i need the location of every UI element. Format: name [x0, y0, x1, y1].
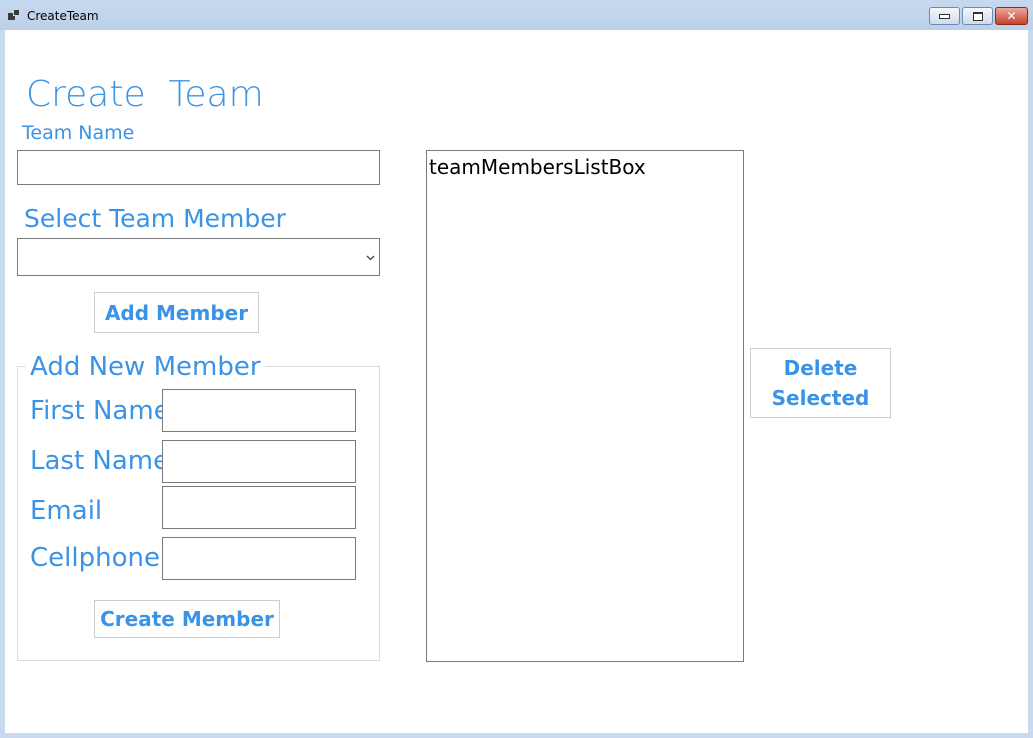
- add-new-member-group-title: Add New Member: [26, 352, 265, 382]
- cellphone-label: Cellphone: [30, 543, 160, 573]
- app-icon[interactable]: [8, 9, 20, 21]
- close-button[interactable]: ✕: [995, 7, 1028, 25]
- close-icon: ✕: [1006, 9, 1017, 23]
- chevron-down-icon[interactable]: [366, 255, 375, 261]
- team-members-list-box[interactable]: teamMembersListBox: [426, 150, 744, 662]
- cellphone-input[interactable]: [162, 537, 356, 580]
- maximize-button[interactable]: [962, 7, 993, 25]
- minimize-button[interactable]: [929, 7, 960, 25]
- page-title: Create Team: [26, 74, 264, 115]
- first-name-label: First Name: [30, 396, 170, 426]
- email-label: Email: [30, 496, 103, 526]
- minimize-icon: [939, 13, 950, 19]
- team-name-input[interactable]: [17, 150, 380, 185]
- app-window: CreateTeam ✕ Create Team Team Name Selec…: [0, 0, 1033, 738]
- create-member-button[interactable]: Create Member: [94, 600, 280, 638]
- delete-selected-label-line2: Selected: [771, 386, 870, 410]
- last-name-label: Last Name: [30, 446, 170, 476]
- maximize-icon: [972, 11, 983, 21]
- select-team-member-label: Select Team Member: [24, 204, 286, 233]
- delete-selected-button[interactable]: Delete Selected: [750, 348, 891, 418]
- last-name-input[interactable]: [162, 440, 356, 483]
- title-bar[interactable]: CreateTeam ✕: [0, 0, 1033, 30]
- delete-selected-label-line1: Delete: [783, 356, 858, 380]
- form-client-area: Create Team Team Name Select Team Member…: [5, 30, 1028, 733]
- add-member-button[interactable]: Add Member: [94, 292, 259, 333]
- window-title: CreateTeam: [27, 9, 99, 23]
- select-team-member-dropdown[interactable]: [17, 238, 380, 276]
- email-input[interactable]: [162, 486, 356, 529]
- team-name-label: Team Name: [22, 122, 135, 144]
- list-item[interactable]: teamMembersListBox: [429, 155, 646, 179]
- first-name-input[interactable]: [162, 389, 356, 432]
